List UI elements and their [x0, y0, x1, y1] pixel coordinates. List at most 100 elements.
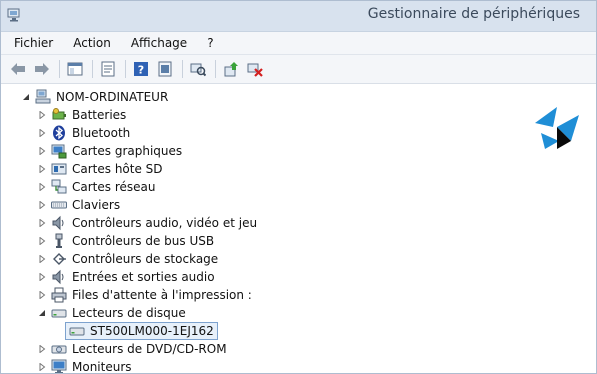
expand-triangle-icon[interactable] [37, 146, 47, 156]
expand-triangle-icon[interactable] [37, 290, 47, 300]
window-title: Gestionnaire de périphériques [367, 6, 580, 22]
speaker-icon [51, 269, 67, 285]
tree-item-disk-st500lm000[interactable]: ST500LM000-1EJ162 [1, 322, 596, 340]
console-tree-icon [67, 62, 83, 76]
update-driver-button[interactable] [220, 58, 242, 80]
network-icon [51, 179, 67, 195]
tree-item-lecteurs-dvd[interactable]: Lecteurs de DVD/CD-ROM [1, 340, 596, 358]
bluetooth-icon [51, 125, 67, 141]
help-icon: ? [134, 62, 148, 77]
tree-item-label: ST500LM000-1EJ162 [90, 324, 214, 338]
device-manager-icon [7, 8, 20, 22]
toolbar: ? [1, 55, 596, 84]
forward-button[interactable] [31, 58, 53, 80]
watermark-logo-icon [535, 107, 579, 149]
menu-help[interactable]: ? [204, 35, 216, 51]
battery-icon [51, 107, 67, 123]
tree-item-entrees-sorties-audio[interactable]: Entrées et sorties audio [1, 268, 596, 286]
tree-item-lecteurs-disque[interactable]: Lecteurs de disque [1, 304, 596, 322]
toolbar-separator [215, 60, 216, 78]
printer-icon [51, 287, 67, 303]
forward-arrow-icon [35, 63, 49, 75]
tree-item-cartes-graphiques[interactable]: Cartes graphiques [1, 142, 596, 160]
expand-triangle-icon[interactable] [37, 272, 47, 282]
expand-triangle-icon[interactable] [37, 182, 47, 192]
expand-triangle-icon[interactable] [37, 164, 47, 174]
root-label: NOM-ORDINATEUR [56, 90, 169, 104]
disk-drive-icon [69, 323, 85, 339]
expand-triangle-icon[interactable] [37, 254, 47, 264]
monitor-icon [51, 359, 67, 373]
help-button[interactable]: ? [130, 58, 152, 80]
expand-triangle-icon[interactable] [37, 218, 47, 228]
properties-icon [101, 61, 115, 77]
computer-icon [35, 89, 51, 105]
tree-item-label: Claviers [72, 198, 121, 212]
dvd-icon [51, 341, 67, 357]
keyboard-icon [51, 197, 67, 213]
view-icon [158, 61, 172, 77]
tree-item-cartes-hote-sd[interactable]: Cartes hôte SD [1, 160, 596, 178]
disk-drive-icon [51, 305, 67, 321]
tree-item-label: Contrôleurs audio, vidéo et jeu [72, 216, 258, 230]
tree-item-cartes-reseau[interactable]: Cartes réseau [1, 178, 596, 196]
selected-disk[interactable]: ST500LM000-1EJ162 [65, 322, 218, 340]
expand-triangle-icon[interactable] [37, 344, 47, 354]
toolbar-separator [59, 60, 60, 78]
toolbar-separator [182, 60, 183, 78]
collapse-triangle-icon[interactable] [21, 92, 31, 102]
expand-triangle-icon[interactable] [37, 236, 47, 246]
tree-item-label: Lecteurs de disque [72, 306, 186, 320]
toolbar-separator [92, 60, 93, 78]
tree-item-moniteurs[interactable]: Moniteurs [1, 358, 596, 374]
tree-item-label: Bluetooth [72, 126, 131, 140]
tree-item-controleurs-usb[interactable]: Contrôleurs de bus USB [1, 232, 596, 250]
toolbar-separator [125, 60, 126, 78]
sd-card-icon [51, 161, 67, 177]
display-adapter-icon [51, 143, 67, 159]
back-arrow-icon [11, 63, 25, 75]
tree-item-controleurs-audio[interactable]: Contrôleurs audio, vidéo et jeu [1, 214, 596, 232]
menu-fichier[interactable]: Fichier [11, 35, 56, 51]
svg-text:?: ? [138, 64, 144, 77]
tree-item-claviers[interactable]: Claviers [1, 196, 596, 214]
storage-controller-icon [51, 251, 67, 267]
usb-icon [51, 233, 67, 249]
title-bar[interactable]: Gestionnaire de périphériques [1, 1, 596, 32]
tree-item-label: Contrôleurs de bus USB [72, 234, 215, 248]
expand-triangle-icon[interactable] [37, 110, 47, 120]
uninstall-icon [247, 63, 263, 77]
tree-item-bluetooth[interactable]: Bluetooth [1, 124, 596, 142]
tree-item-label: Moniteurs [72, 360, 132, 374]
uninstall-button[interactable] [244, 58, 266, 80]
tree-item-label: Cartes graphiques [72, 144, 183, 158]
menu-action[interactable]: Action [70, 35, 114, 51]
scan-hardware-button[interactable] [187, 58, 209, 80]
back-button[interactable] [7, 58, 29, 80]
tree-item-controleurs-stockage[interactable]: Contrôleurs de stockage [1, 250, 596, 268]
device-tree: NOM-ORDINATEUR Batteries Bluetooth Carte… [1, 84, 596, 374]
properties-button[interactable] [97, 58, 119, 80]
view-button[interactable] [154, 58, 176, 80]
tree-item-files-impression[interactable]: Files d'attente à l'impression : [1, 286, 596, 304]
tree-item-label: Entrées et sorties audio [72, 270, 215, 284]
expand-triangle-icon[interactable] [37, 128, 47, 138]
tree-item-label: Contrôleurs de stockage [72, 252, 219, 266]
menu-affichage[interactable]: Affichage [128, 35, 190, 51]
scan-hardware-icon [190, 63, 206, 77]
console-tree-button[interactable] [64, 58, 86, 80]
tree-item-label: Batteries [72, 108, 127, 122]
device-manager-window: Gestionnaire de périphériques Fichier Ac… [0, 0, 597, 374]
tree-root[interactable]: NOM-ORDINATEUR [1, 88, 596, 106]
tree-item-label: Cartes hôte SD [72, 162, 163, 176]
collapse-triangle-icon[interactable] [37, 308, 47, 318]
expand-triangle-icon[interactable] [37, 362, 47, 372]
update-driver-icon [224, 62, 238, 77]
expand-triangle-icon[interactable] [37, 200, 47, 210]
menu-bar: Fichier Action Affichage ? [1, 32, 596, 55]
tree-item-label: Files d'attente à l'impression : [72, 288, 252, 302]
tree-item-label: Lecteurs de DVD/CD-ROM [72, 342, 227, 356]
speaker-icon [51, 215, 67, 231]
tree-item-batteries[interactable]: Batteries [1, 106, 596, 124]
tree-item-label: Cartes réseau [72, 180, 156, 194]
